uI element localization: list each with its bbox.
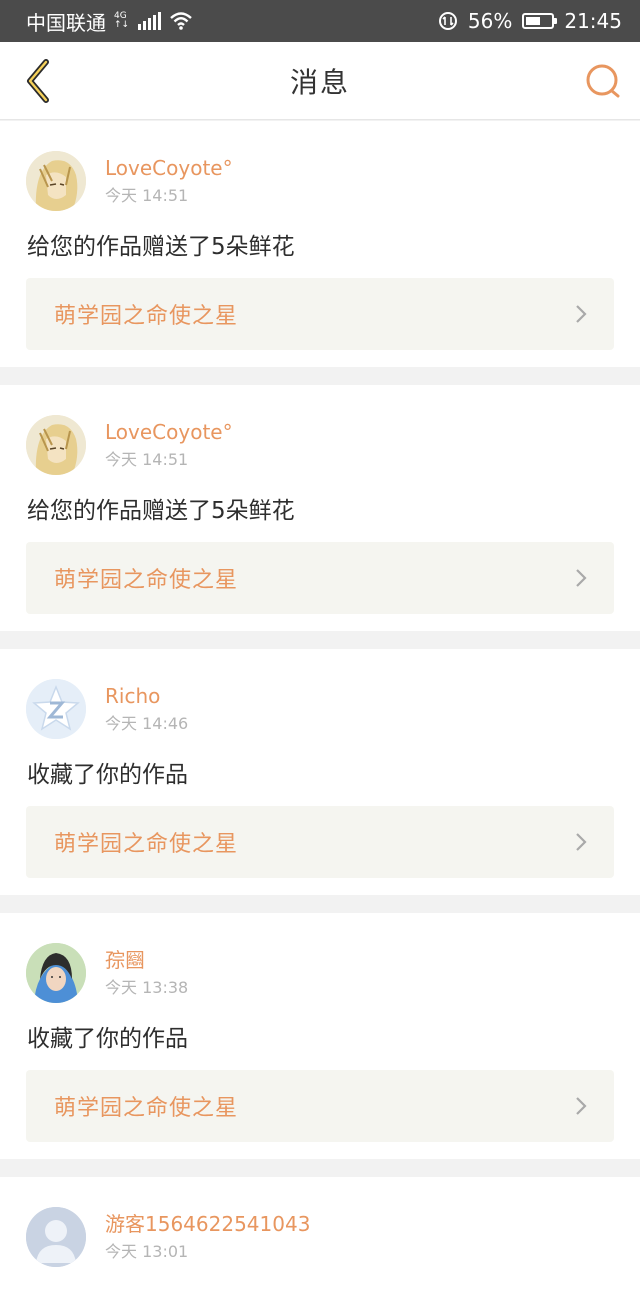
work-title: 萌学园之命使之星 [54, 568, 239, 593]
work-title: 萌学园之命使之星 [54, 304, 239, 329]
user-meta: Richo 今天 14:46 [105, 683, 188, 735]
message-user[interactable]: Richo 今天 14:46 [26, 679, 188, 739]
battery-fill [526, 17, 540, 25]
message-user[interactable]: 游客1564622541043 今天 13:01 [26, 1207, 310, 1267]
username[interactable]: LoveCoyote° [105, 155, 233, 181]
search-icon [586, 64, 620, 98]
message-list[interactable]: LoveCoyote° 今天 14:51 给您的作品赠送了5朵鲜花 萌学园之命使… [0, 121, 640, 1307]
message-card: LoveCoyote° 今天 14:51 给您的作品赠送了5朵鲜花 萌学园之命使… [0, 121, 640, 367]
message-action: 给您的作品赠送了5朵鲜花 [27, 498, 295, 524]
battery-percent: 56% [467, 9, 513, 33]
message-time: 今天 14:51 [105, 186, 189, 205]
username[interactable]: LoveCoyote° [105, 419, 233, 445]
wifi-icon [169, 11, 193, 31]
message-card: 孮圝 今天 13:38 收藏了你的作品 萌学园之命使之星 [0, 913, 640, 1159]
message-action: 收藏了你的作品 [27, 1026, 188, 1052]
avatar[interactable] [26, 679, 86, 739]
message-user[interactable]: LoveCoyote° 今天 14:51 [26, 151, 233, 211]
message-card: Richo 今天 14:46 收藏了你的作品 萌学园之命使之星 [0, 649, 640, 895]
signal-icon [138, 12, 162, 30]
chevron-right-icon [574, 303, 588, 325]
carrier-name: 中国联通 [26, 10, 106, 35]
username[interactable]: Richo [105, 683, 188, 709]
work-link[interactable]: 萌学园之命使之星 [26, 278, 614, 350]
battery-icon [522, 13, 558, 29]
message-card: 游客1564622541043 今天 13:01 [0, 1177, 640, 1307]
anime-avatar-icon [26, 415, 86, 475]
anime-avatar-icon [26, 151, 86, 211]
message-time: 今天 14:51 [105, 450, 189, 469]
avatar[interactable] [26, 415, 86, 475]
default-user-avatar-icon [26, 1207, 86, 1267]
work-link[interactable]: 萌学园之命使之星 [26, 806, 614, 878]
status-bar: 中国联通 4G ↑↓ 56% 21:45 [0, 0, 640, 42]
message-time: 今天 14:46 [105, 714, 189, 733]
app-header: 消息 [0, 42, 640, 120]
avatar[interactable] [26, 151, 86, 211]
clock: 21:45 [564, 9, 622, 33]
username[interactable]: 孮圝 [105, 947, 188, 973]
message-time: 今天 13:01 [105, 1242, 189, 1261]
message-action: 收藏了你的作品 [27, 762, 188, 788]
data-saver-icon [438, 11, 458, 31]
page-title: 消息 [289, 65, 350, 99]
work-link[interactable]: 萌学园之命使之星 [26, 542, 614, 614]
network-type: 4G ↑↓ [114, 11, 130, 30]
avatar[interactable] [26, 1207, 86, 1267]
user-meta: 孮圝 今天 13:38 [105, 947, 188, 999]
message-time: 今天 13:38 [105, 978, 189, 997]
chevron-left-icon [27, 59, 49, 103]
message-user[interactable]: 孮圝 今天 13:38 [26, 943, 188, 1003]
user-meta: LoveCoyote° 今天 14:51 [105, 419, 233, 471]
search-button[interactable] [580, 58, 626, 104]
work-title: 萌学园之命使之星 [54, 1096, 239, 1121]
status-left: 中国联通 4G ↑↓ [26, 7, 193, 36]
message-user[interactable]: LoveCoyote° 今天 14:51 [26, 415, 233, 475]
message-card: LoveCoyote° 今天 14:51 给您的作品赠送了5朵鲜花 萌学园之命使… [0, 385, 640, 631]
message-action: 给您的作品赠送了5朵鲜花 [27, 234, 295, 260]
back-button[interactable] [16, 58, 62, 104]
work-title: 萌学园之命使之星 [54, 832, 239, 857]
avatar[interactable] [26, 943, 86, 1003]
star-z-avatar-icon [26, 679, 86, 739]
username[interactable]: 游客1564622541043 [105, 1211, 310, 1237]
chevron-right-icon [574, 831, 588, 853]
user-meta: 游客1564622541043 今天 13:01 [105, 1211, 310, 1263]
chevron-right-icon [574, 567, 588, 589]
chevron-right-icon [574, 1095, 588, 1117]
photo-avatar-icon [26, 943, 86, 1003]
status-right: 56% 21:45 [438, 9, 622, 33]
user-meta: LoveCoyote° 今天 14:51 [105, 155, 233, 207]
work-link[interactable]: 萌学园之命使之星 [26, 1070, 614, 1142]
